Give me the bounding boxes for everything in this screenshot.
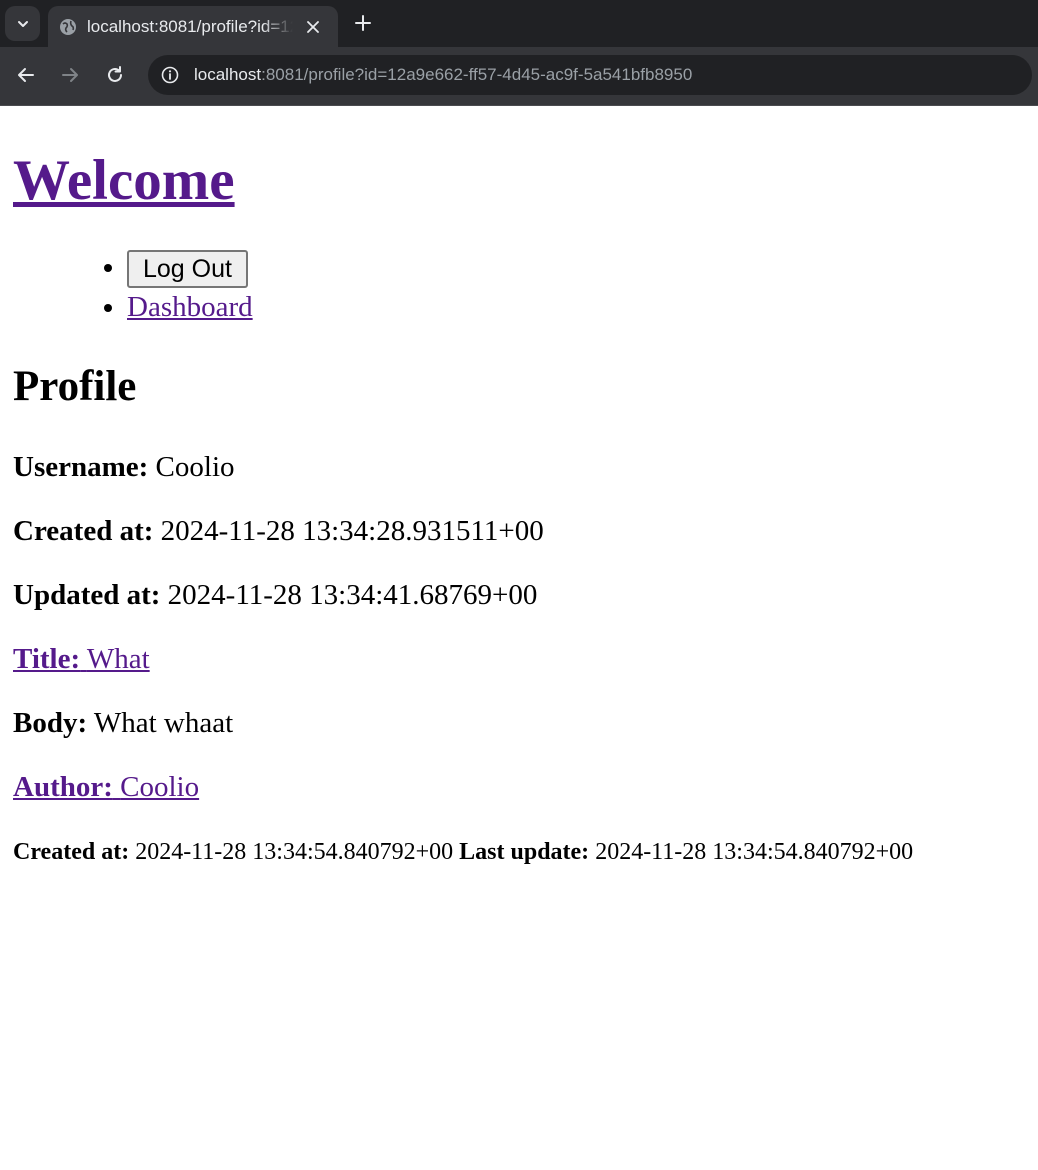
- url-path: :8081/profile?id=12a9e662-ff57-4d45-ac9f…: [261, 65, 693, 84]
- post-body-row: Body: What whaat: [13, 706, 1025, 740]
- post-title-row: Title: What: [13, 642, 1025, 676]
- nav-list: Log Out Dashboard: [13, 248, 1025, 326]
- logout-button[interactable]: Log Out: [127, 250, 248, 289]
- page-title: Welcome: [13, 150, 1025, 212]
- tab-search-button[interactable]: [5, 6, 40, 41]
- post-title-label: Title:: [13, 643, 81, 676]
- post-title-link[interactable]: Title: What: [13, 643, 150, 675]
- url-host: localhost: [194, 65, 262, 84]
- profile-heading: Profile: [13, 363, 137, 411]
- close-icon[interactable]: [303, 17, 323, 37]
- created-at-value: 2024-11-28 13:34:28.931511+00: [160, 515, 544, 548]
- post-meta: Created at: 2024-11-28 13:34:54.840792+0…: [13, 837, 1025, 867]
- globe-icon: [59, 18, 77, 36]
- dashboard-link[interactable]: Dashboard: [127, 291, 253, 323]
- welcome-link[interactable]: Welcome: [13, 149, 235, 212]
- browser-tab[interactable]: localhost:8081/profile?id=12a9e662-ff57-…: [48, 6, 338, 47]
- post-author-link[interactable]: Author: Coolio: [13, 771, 199, 803]
- username-label: Username:: [13, 451, 149, 484]
- post-created-label: Created at:: [13, 839, 130, 866]
- tab-title: localhost:8081/profile?id=12a9e662-ff57-…: [87, 16, 293, 36]
- post-created-value: 2024-11-28 13:34:54.840792+00: [135, 839, 454, 866]
- back-arrow-icon[interactable]: [15, 64, 37, 86]
- chevron-down-icon: [17, 20, 28, 27]
- plus-icon[interactable]: [352, 12, 374, 34]
- address-bar[interactable]: localhost:8081/profile?id=12a9e662-ff57-…: [148, 55, 1032, 95]
- nav-item-logout: Log Out: [127, 248, 1025, 289]
- post-author-value: Coolio: [120, 771, 200, 804]
- post-author-row: Author: Coolio: [13, 770, 1025, 804]
- post-updated-value: 2024-11-28 13:34:54.840792+00: [595, 839, 914, 866]
- post-body-label: Body:: [13, 707, 88, 740]
- nav-item-dashboard: Dashboard: [127, 288, 1025, 326]
- page-content: Welcome Log Out Dashboard Profile Userna…: [0, 150, 1038, 867]
- post-author-label: Author:: [13, 771, 113, 804]
- info-icon[interactable]: [160, 65, 180, 85]
- created-at-row: Created at: 2024-11-28 13:34:28.931511+0…: [13, 514, 1025, 548]
- updated-at-label: Updated at:: [13, 579, 161, 612]
- updated-at-value: 2024-11-28 13:34:41.68769+00: [167, 579, 538, 612]
- browser-toolbar: localhost:8081/profile?id=12a9e662-ff57-…: [0, 47, 1038, 106]
- url-text[interactable]: localhost:8081/profile?id=12a9e662-ff57-…: [194, 65, 692, 85]
- post-updated-label: Last update:: [459, 839, 590, 866]
- created-at-label: Created at:: [13, 515, 154, 548]
- forward-arrow-icon[interactable]: [59, 64, 81, 86]
- username-row: Username: Coolio: [13, 450, 1025, 484]
- reload-icon[interactable]: [104, 64, 126, 86]
- browser-tab-bar: localhost:8081/profile?id=12a9e662-ff57-…: [0, 0, 1038, 47]
- post-body-value: What whaat: [93, 707, 234, 740]
- post-title-value: What: [86, 643, 150, 676]
- updated-at-row: Updated at: 2024-11-28 13:34:41.68769+00: [13, 578, 1025, 612]
- username-value: Coolio: [155, 451, 235, 484]
